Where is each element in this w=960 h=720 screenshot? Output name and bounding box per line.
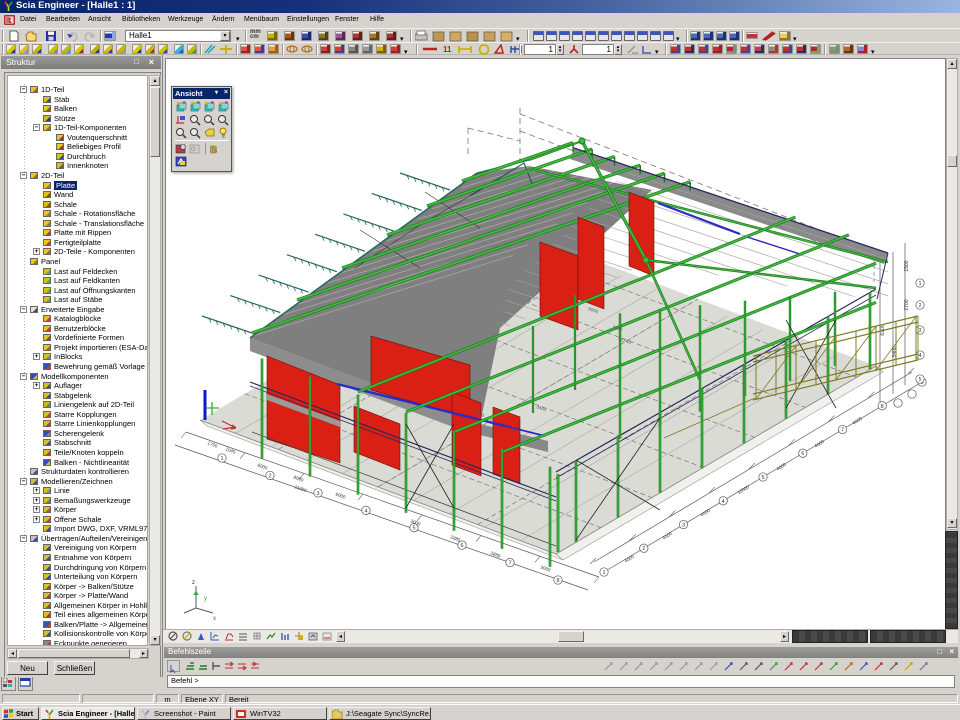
svg-text:8: 8 [556,578,559,584]
svg-text:1: 1 [220,456,223,462]
svg-text:5: 5 [761,475,764,481]
svg-text:2: 2 [642,546,645,552]
svg-text:2: 2 [268,473,271,479]
svg-text:y: y [204,596,207,602]
svg-text:G: G [191,147,196,153]
svg-text:1750: 1750 [207,440,219,448]
svg-text:4000: 4000 [776,462,788,472]
svg-text:3: 3 [316,491,319,497]
svg-text:8: 8 [881,404,884,410]
svg-text:5: 5 [918,377,921,383]
svg-text:3: 3 [682,523,685,529]
svg-text:z: z [192,580,195,586]
svg-text:4000: 4000 [624,554,636,564]
svg-text:2700: 2700 [904,299,910,310]
svg-text:2: 2 [918,303,921,309]
svg-text:4: 4 [364,508,367,514]
svg-text:x: x [213,616,216,622]
svg-text:11: 11 [443,45,452,54]
svg-text:7: 7 [841,428,844,434]
svg-text:3: 3 [918,328,921,334]
svg-text:1500: 1500 [904,260,910,271]
svg-text:1: 1 [602,570,605,576]
svg-text:11250: 11250 [294,484,308,493]
svg-text:4000: 4000 [814,439,826,449]
svg-text:4000: 4000 [662,531,674,541]
svg-text:1: 1 [918,281,921,287]
svg-text:6000: 6000 [257,462,269,470]
svg-text:6: 6 [801,451,804,457]
svg-text:1040: 1040 [225,446,237,454]
svg-text:7: 7 [508,561,511,567]
svg-text:B: B [210,145,217,155]
svg-text:4: 4 [722,499,725,505]
svg-text:4: 4 [918,353,921,359]
svg-text:5: 5 [412,526,415,532]
svg-text:8000: 8000 [293,474,305,482]
svg-text:6000: 6000 [335,491,347,499]
svg-text:4000: 4000 [852,416,864,426]
svg-text:6: 6 [460,543,463,549]
svg-text:2885: 2885 [450,534,462,542]
